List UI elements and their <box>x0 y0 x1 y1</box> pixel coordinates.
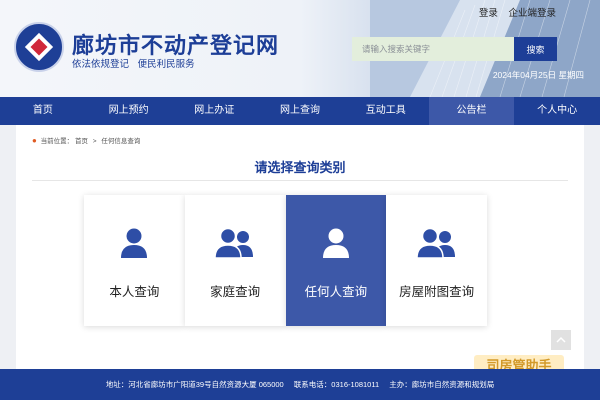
scroll-top-button[interactable] <box>551 330 571 350</box>
site-logo[interactable] <box>14 22 64 72</box>
card-label: 任何人查询 <box>304 285 368 299</box>
section-title: 请选择查询类别 <box>254 160 346 175</box>
card-family-query[interactable]: 家庭查询 <box>184 195 286 326</box>
person-icon <box>286 227 387 261</box>
breadcrumb-home-link[interactable]: 首页 <box>75 138 88 145</box>
title-divider <box>32 180 568 181</box>
card-label: 本人查询 <box>109 285 160 299</box>
card-anyone-query[interactable]: 任何人查询 <box>285 195 387 326</box>
nav-item-personal-center[interactable]: 个人中心 <box>514 97 600 125</box>
nav-item-home[interactable]: 首页 <box>0 97 86 125</box>
card-self-query[interactable]: 本人查询 <box>84 195 185 326</box>
site-footer: 地址：河北省廊坊市广阳道39号自然资源大厦 065000 联系电话：0316-1… <box>0 369 600 400</box>
footer-phone: 联系电话：0316-1081011 <box>293 380 380 389</box>
nav-item-interactive-tools[interactable]: 互动工具 <box>343 97 429 125</box>
query-type-cards: 本人查询 家庭查询 任何人查询 房屋附图查询 <box>84 195 487 326</box>
breadcrumb-separator: > <box>92 138 97 145</box>
search-button[interactable]: 搜索 <box>514 37 557 61</box>
footer-host: 主办：廊坊市自然资源和规划局 <box>389 380 495 389</box>
nav-item-online-query[interactable]: 网上查询 <box>257 97 343 125</box>
login-link[interactable]: 登录 <box>479 8 498 19</box>
nav-item-online-appointment[interactable]: 网上预约 <box>86 97 172 125</box>
search-input[interactable] <box>352 37 514 61</box>
card-label: 家庭查询 <box>210 285 261 299</box>
main-content: ● 当前位置： 首页 > 任何信息查询 请选择查询类别 本人查询 家庭查询 任何… <box>16 125 584 369</box>
family-icon <box>386 227 487 261</box>
enterprise-login-link[interactable]: 企业端登录 <box>508 8 556 19</box>
current-date: 2024年04月25日 星期四 <box>492 70 584 80</box>
breadcrumb-current: 任何信息查询 <box>101 138 141 145</box>
breadcrumb-label: 当前位置： <box>40 138 74 145</box>
arrow-up-icon <box>556 336 566 343</box>
site-header: 廊坊市不动产登记网 依法依规登记 便民利民服务 登录 企业端登录 搜索 2024… <box>0 0 600 97</box>
card-house-drawing-query[interactable]: 房屋附图查询 <box>386 195 487 326</box>
top-links: 登录 企业端登录 <box>471 5 556 19</box>
footer-address: 地址：河北省廊坊市广阳道39号自然资源大厦 065000 <box>105 380 284 389</box>
card-label: 房屋附图查询 <box>399 285 475 299</box>
main-nav: 首页 网上预约 网上办证 网上查询 互动工具 公告栏 个人中心 <box>0 97 600 125</box>
nav-item-bulletin[interactable]: 公告栏 <box>428 97 515 125</box>
location-pin-icon: ● <box>32 136 37 145</box>
family-icon <box>185 227 286 261</box>
nav-item-online-certificate[interactable]: 网上办证 <box>171 97 257 125</box>
breadcrumb: ● 当前位置： 首页 > 任何信息查询 <box>32 135 140 145</box>
site-subtitle: 依法依规登记 便民利民服务 <box>72 59 195 70</box>
person-icon <box>84 227 185 261</box>
